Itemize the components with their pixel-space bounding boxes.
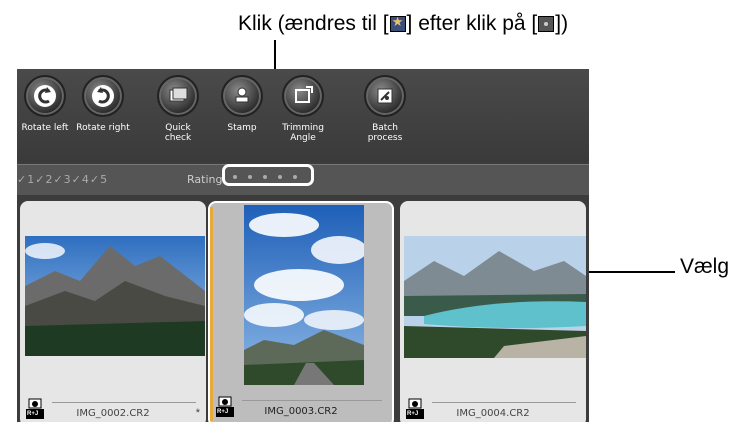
divider — [242, 400, 382, 401]
divider — [432, 402, 576, 403]
check-mark-filters[interactable]: ✓1✓2✓3✓4✓5 — [17, 173, 108, 186]
check-2[interactable]: ✓2 — [35, 173, 53, 186]
rotate-left-icon — [34, 85, 56, 107]
thumbnail-card[interactable]: R+J IMG_0002.CR2 * — [20, 201, 206, 422]
check-3[interactable]: ✓3 — [53, 173, 71, 186]
check-1[interactable]: ✓1 — [17, 173, 35, 186]
thumbnail-card[interactable]: R+J IMG_0004.CR2 — [400, 201, 586, 422]
batch-process-icon — [377, 88, 393, 104]
thumbnail-filename: IMG_0003.CR2 — [264, 406, 338, 417]
rotate-right-label: Rotate right — [76, 123, 130, 133]
stamp-label: Stamp — [227, 123, 257, 133]
check-5[interactable]: ✓5 — [90, 173, 108, 186]
annotation-text-1: Klik (ændres til [ — [238, 12, 389, 35]
divider — [52, 402, 196, 403]
annotation-select: Vælg — [680, 255, 730, 278]
rotate-right-button[interactable]: Rotate right — [73, 75, 133, 133]
annotation-text-2: ] efter klik på [ — [406, 12, 538, 35]
edited-flag: * — [195, 407, 200, 419]
quick-check-label: Quick check — [164, 123, 192, 143]
rating-label: Rating — [187, 173, 223, 186]
stamp-icon — [235, 87, 249, 103]
toolbar: Rotate left Rotate right Quick check Sta… — [17, 69, 589, 162]
annotation-text-3: ]) — [555, 12, 569, 35]
quick-check-button[interactable]: Quick check — [152, 75, 204, 143]
rotate-left-button[interactable]: Rotate left — [17, 75, 75, 133]
trimming-angle-label: Trimming Angle — [282, 123, 324, 143]
thumbnail-filename: IMG_0004.CR2 — [456, 408, 530, 419]
rating-highlight-outline — [222, 164, 314, 186]
annotation-click-rating: Klik (ændres til [ ] efter klik på []) — [238, 12, 568, 36]
thumbnail-image — [244, 205, 364, 385]
trimming-angle-icon — [295, 86, 313, 103]
quick-check-icon — [169, 87, 188, 102]
batch-process-label: Batch process — [367, 123, 403, 143]
viewer-window: Rotate left Rotate right Quick check Sta… — [17, 69, 589, 422]
thumbnail-filename: IMG_0002.CR2 — [76, 408, 150, 419]
rotate-right-icon — [92, 85, 114, 107]
thumbnail-image — [404, 236, 586, 358]
star-rating-icon — [389, 14, 406, 32]
dot-rating-icon — [538, 16, 555, 32]
batch-process-button[interactable]: Batch process — [355, 75, 415, 143]
check-4[interactable]: ✓4 — [72, 173, 90, 186]
thumbnail-gallery: R+J IMG_0002.CR2 * R+J IMG_0003.CR2 R+J … — [17, 196, 589, 422]
trimming-angle-button[interactable]: Trimming Angle — [275, 75, 331, 143]
rotate-left-label: Rotate left — [21, 123, 69, 133]
stamp-button[interactable]: Stamp — [217, 75, 267, 133]
thumbnail-card-selected[interactable]: R+J IMG_0003.CR2 — [208, 201, 394, 422]
thumbnail-image — [25, 236, 205, 356]
